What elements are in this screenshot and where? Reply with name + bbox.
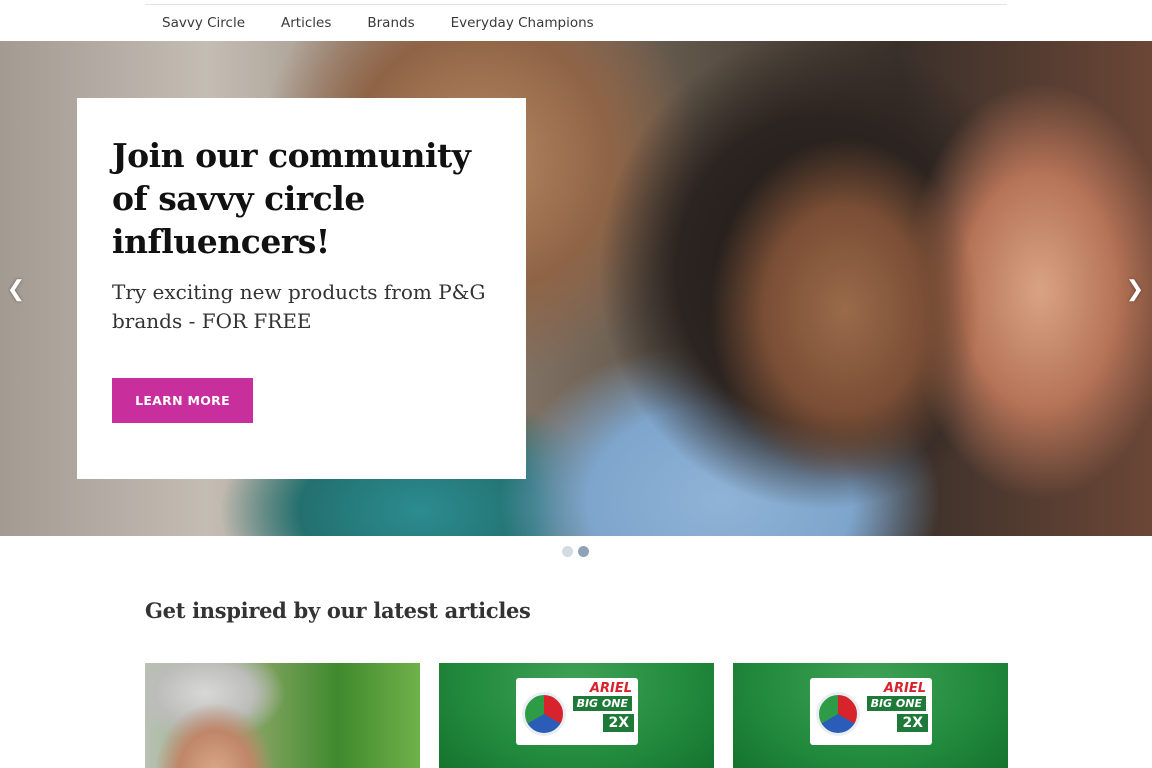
chevron-left-icon[interactable]: ❮ [6, 277, 26, 301]
carousel-dot-1[interactable] [562, 546, 573, 557]
learn-more-button[interactable]: LEARN MORE [112, 378, 253, 423]
chevron-right-icon[interactable]: ❯ [1125, 277, 1145, 301]
pack-product: BIG ONE [572, 696, 632, 711]
article-card-2[interactable]: ARIEL BIG ONE 2X [439, 663, 714, 768]
top-navigation: Savvy Circle Articles Brands Everyday Ch… [0, 0, 1152, 41]
pack-product: BIG ONE [866, 696, 926, 711]
hero-headline: Join our community of savvy circle influ… [112, 136, 471, 261]
pack-brand: ARIEL [883, 681, 926, 696]
nav-item-articles[interactable]: Articles [281, 15, 331, 31]
pack-brand: ARIEL [589, 681, 632, 696]
pack-badge: 2X [897, 714, 928, 732]
nav-item-savvy-circle[interactable]: Savvy Circle [162, 15, 245, 31]
nav-links: Savvy Circle Articles Brands Everyday Ch… [145, 5, 613, 41]
ariel-pack-image: ARIEL BIG ONE 2X [810, 678, 932, 745]
pack-badge: 2X [603, 714, 634, 732]
article-card-3[interactable]: ARIEL BIG ONE 2X [733, 663, 1008, 768]
articles-heading: Get inspired by our latest articles [145, 598, 531, 623]
carousel-dot-2[interactable] [578, 546, 589, 557]
nav-item-brands[interactable]: Brands [367, 15, 414, 31]
hero-card: Join our community of savvy circle influ… [77, 98, 526, 479]
nav-item-everyday-champions[interactable]: Everyday Champions [451, 15, 594, 31]
hero-subheadline: Try exciting new products from P&G brand… [112, 280, 486, 333]
hero-carousel: ❮ ❯ Join our community of savvy circle i… [0, 41, 1152, 536]
article-card-1[interactable] [145, 663, 420, 768]
pod-icon [522, 692, 566, 736]
ariel-pack-image: ARIEL BIG ONE 2X [516, 678, 638, 745]
carousel-indicators [562, 546, 594, 557]
pod-icon [816, 692, 860, 736]
